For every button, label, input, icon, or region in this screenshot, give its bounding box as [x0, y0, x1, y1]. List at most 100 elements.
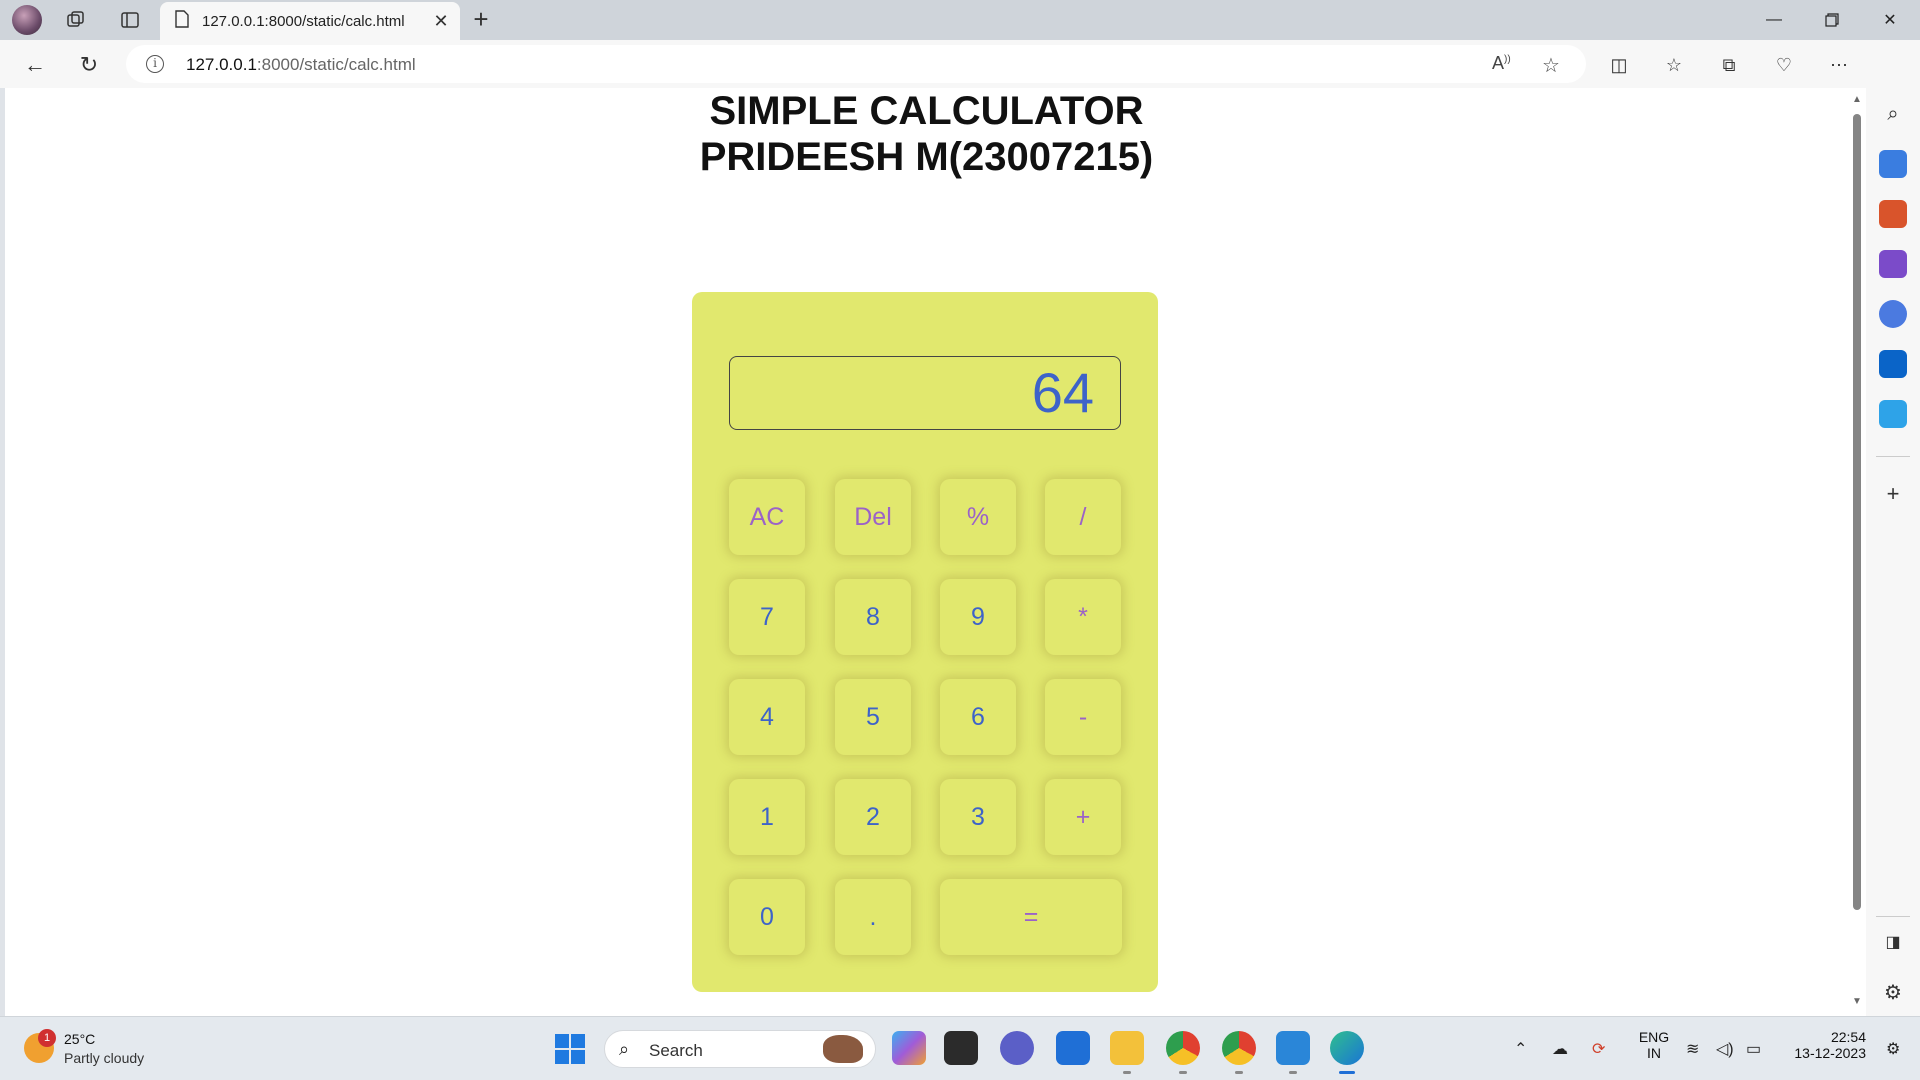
edge-app-icon[interactable] [1330, 1031, 1364, 1065]
percent-button[interactable]: % [940, 479, 1016, 555]
tab-title: 127.0.0.1:8000/static/calc.html [202, 12, 405, 30]
sidebar-games-icon[interactable] [1879, 250, 1907, 278]
multiply-button[interactable]: * [1045, 579, 1121, 655]
site-info-icon[interactable]: i [146, 55, 164, 73]
tab-actions-icon[interactable] [116, 6, 144, 34]
clock[interactable]: 22:54 13-12-2023 [1782, 1029, 1866, 1061]
new-tab-icon[interactable]: + [466, 4, 496, 35]
hide-sidebar-icon[interactable]: ◨ [1879, 928, 1907, 956]
decimal-point-button[interactable]: . [835, 879, 911, 955]
active-indicator [1339, 1071, 1355, 1074]
region-code: IN [1647, 1045, 1661, 1061]
sidebar-divider [1876, 916, 1910, 917]
search-icon: ⌕ [619, 1039, 630, 1059]
volume-icon[interactable]: ◁) [1716, 1039, 1734, 1059]
back-icon[interactable]: ← [20, 50, 50, 80]
workspaces-icon[interactable] [62, 6, 90, 34]
digit-6-button[interactable]: 6 [940, 679, 1016, 755]
sidebar-search-icon[interactable]: ⌕ [1879, 100, 1907, 128]
running-indicator [1235, 1071, 1243, 1074]
clock-date: 13-12-2023 [1794, 1045, 1866, 1061]
digit-0-button[interactable]: 0 [729, 879, 805, 955]
close-window-icon[interactable]: ✕ [1861, 0, 1919, 40]
browser-toolbar: ← ↻ i 127.0.0.1:8000/static/calc.html A)… [0, 40, 1920, 88]
title-line-1: SIMPLE CALCULATOR [709, 89, 1144, 133]
teams-chat-app-icon[interactable] [1000, 1031, 1034, 1065]
digit-9-button[interactable]: 9 [940, 579, 1016, 655]
battery-icon[interactable]: ▭ [1746, 1039, 1761, 1059]
sidebar-microsoft365-icon[interactable] [1879, 300, 1907, 328]
sidebar-telegram-icon[interactable] [1879, 400, 1907, 428]
sidebar-settings-icon[interactable]: ⚙ [1879, 978, 1907, 1006]
refresh-icon[interactable]: ↻ [74, 50, 104, 80]
calculator: 64 AC Del % / 7 8 9 * 4 5 6 - 1 2 3 + 0 … [692, 292, 1158, 992]
onedrive-cloud-icon[interactable]: ☁ [1552, 1039, 1568, 1059]
divide-button[interactable]: / [1045, 479, 1121, 555]
copilot-preview-app-icon[interactable] [892, 1031, 926, 1065]
notifications-icon[interactable]: ⚙ [1886, 1039, 1900, 1059]
search-placeholder: Search [649, 1041, 703, 1060]
digit-2-button[interactable]: 2 [835, 779, 911, 855]
more-options-icon[interactable]: ⋯ [1824, 50, 1854, 80]
chrome-profile-1-app-icon[interactable] [1166, 1031, 1200, 1065]
sidebar-outlook-icon[interactable] [1879, 350, 1907, 378]
wifi-icon[interactable]: ≋ [1686, 1039, 1699, 1059]
url-path: :8000/static/calc.html [256, 55, 416, 74]
plus-button[interactable]: + [1045, 779, 1121, 855]
scrollbar-thumb[interactable] [1853, 114, 1861, 910]
page-scrollbar[interactable]: ▲ ▼ [1848, 88, 1866, 1016]
digit-5-button[interactable]: 5 [835, 679, 911, 755]
terminal-app-icon[interactable] [944, 1031, 978, 1065]
ac-button[interactable]: AC [729, 479, 805, 555]
windows-start-icon[interactable] [555, 1034, 585, 1064]
taskbar-search-box[interactable]: ⌕ Search [604, 1030, 876, 1068]
vscode-app-icon[interactable] [1276, 1031, 1310, 1065]
digit-4-button[interactable]: 4 [729, 679, 805, 755]
minus-button[interactable]: - [1045, 679, 1121, 755]
profile-avatar-icon[interactable] [12, 5, 42, 35]
browser-essentials-icon[interactable]: ♡ [1769, 50, 1799, 80]
chrome-profile-2-app-icon[interactable] [1222, 1031, 1256, 1065]
language-indicator[interactable]: ENG IN [1634, 1029, 1674, 1061]
calculator-display[interactable]: 64 [729, 356, 1121, 430]
address-bar[interactable]: i 127.0.0.1:8000/static/calc.html A)) ☆ [126, 45, 1586, 83]
page-title: SIMPLE CALCULATOR PRIDEESH M(23007215) [5, 88, 1848, 180]
split-screen-icon[interactable]: ◫ [1604, 50, 1634, 80]
microsoft-store-app-icon[interactable] [1056, 1031, 1090, 1065]
language-code: ENG [1638, 1029, 1670, 1045]
file-explorer-app-icon[interactable] [1110, 1031, 1144, 1065]
sync-icon[interactable]: ⟳ [1592, 1039, 1605, 1059]
favorite-star-icon[interactable]: ☆ [1542, 53, 1560, 78]
favorites-icon[interactable]: ☆ [1659, 50, 1689, 80]
clock-time: 22:54 [1830, 1029, 1866, 1045]
sidebar-tools-icon[interactable] [1879, 200, 1907, 228]
title-line-2: PRIDEESH M(23007215) [699, 135, 1154, 179]
running-indicator [1289, 1071, 1297, 1074]
delete-button[interactable]: Del [835, 479, 911, 555]
scroll-up-arrow-icon[interactable]: ▲ [1852, 94, 1862, 105]
digit-1-button[interactable]: 1 [729, 779, 805, 855]
sidebar-shopping-icon[interactable] [1879, 150, 1907, 178]
show-hidden-icons-chevron-icon[interactable]: ⌃ [1514, 1039, 1527, 1059]
scroll-down-arrow-icon[interactable]: ▼ [1852, 996, 1862, 1007]
minimize-icon[interactable]: — [1745, 0, 1803, 40]
sidebar-divider [1876, 456, 1910, 457]
read-aloud-icon[interactable]: A)) [1492, 53, 1511, 74]
running-indicator [1123, 1071, 1131, 1074]
search-highlight-image [823, 1035, 863, 1063]
page-icon [174, 9, 190, 33]
collections-icon[interactable]: ⧉ [1714, 50, 1744, 80]
digit-3-button[interactable]: 3 [940, 779, 1016, 855]
page-viewport: SIMPLE CALCULATOR PRIDEESH M(23007215) 6… [5, 88, 1848, 1016]
weather-temperature: 25°C [64, 1031, 96, 1047]
equals-button[interactable]: = [940, 879, 1122, 955]
browser-tab-active[interactable]: 127.0.0.1:8000/static/calc.html ✕ [160, 2, 460, 40]
close-tab-icon[interactable]: ✕ [428, 11, 454, 32]
digit-8-button[interactable]: 8 [835, 579, 911, 655]
digit-7-button[interactable]: 7 [729, 579, 805, 655]
url-host: 127.0.0.1 [186, 55, 257, 74]
sidebar-add-icon[interactable]: + [1879, 480, 1907, 508]
edge-sidebar: ⌕ + ◨ ⚙ [1866, 40, 1920, 1016]
restore-icon[interactable] [1803, 0, 1861, 40]
url-text[interactable]: 127.0.0.1:8000/static/calc.html [186, 55, 416, 75]
